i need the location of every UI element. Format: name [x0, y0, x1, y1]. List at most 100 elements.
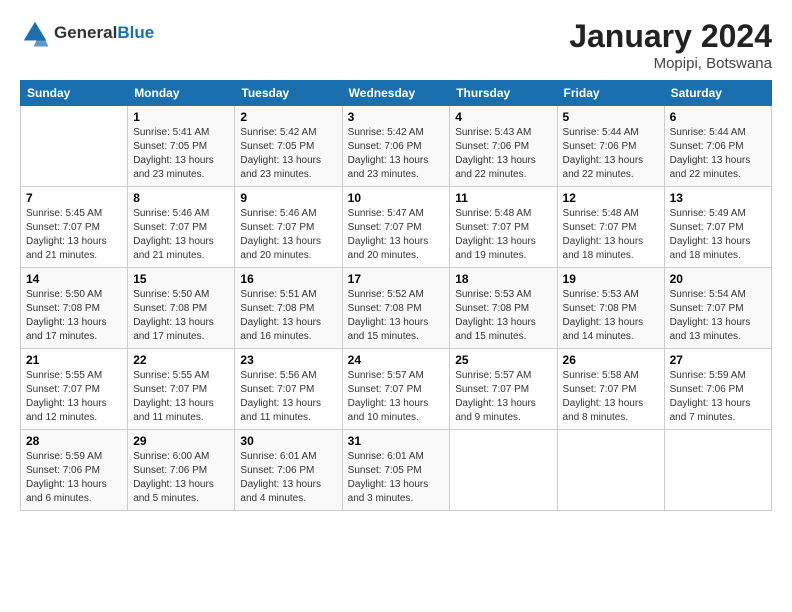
- day-info: Sunrise: 5:53 AMSunset: 7:08 PMDaylight:…: [455, 288, 551, 344]
- week-row-4: 21 Sunrise: 5:55 AMSunset: 7:07 PMDayligh…: [21, 349, 772, 430]
- day-number: 31: [348, 434, 445, 448]
- day-number: 13: [670, 191, 766, 205]
- day-info: Sunrise: 5:44 AMSunset: 7:06 PMDaylight:…: [670, 126, 766, 182]
- day-info: Sunrise: 5:52 AMSunset: 7:08 PMDaylight:…: [348, 288, 445, 344]
- day-cell: 31Sunrise: 6:01 AMSunset: 7:05 PMDayligh…: [342, 430, 450, 511]
- day-cell: 24 Sunrise: 5:57 AMSunset: 7:07 PMDayligh…: [342, 349, 450, 430]
- day-info: Sunrise: 5:59 AMSunset: 7:06 PMDaylight:…: [26, 450, 122, 506]
- day-cell: 19 Sunrise: 5:53 AMSunset: 7:08 PMDayligh…: [557, 268, 664, 349]
- day-info: Sunrise: 5:44 AMSunset: 7:06 PMDaylight:…: [563, 126, 659, 182]
- day-cell: 29Sunrise: 6:00 AMSunset: 7:06 PMDayligh…: [128, 430, 235, 511]
- day-number: 23: [240, 353, 336, 367]
- day-cell: 18 Sunrise: 5:53 AMSunset: 7:08 PMDayligh…: [450, 268, 557, 349]
- day-number: 16: [240, 272, 336, 286]
- col-header-saturday: Saturday: [664, 81, 771, 106]
- week-row-3: 14 Sunrise: 5:50 AMSunset: 7:08 PMDayligh…: [21, 268, 772, 349]
- day-cell: 14 Sunrise: 5:50 AMSunset: 7:08 PMDayligh…: [21, 268, 128, 349]
- day-number: 20: [670, 272, 766, 286]
- day-number: 4: [455, 110, 551, 124]
- day-cell: 10Sunrise: 5:47 AMSunset: 7:07 PMDayligh…: [342, 187, 450, 268]
- day-number: 21: [26, 353, 122, 367]
- day-cell: 23 Sunrise: 5:56 AMSunset: 7:07 PMDayligh…: [235, 349, 342, 430]
- day-info: Sunrise: 5:50 AMSunset: 7:08 PMDaylight:…: [133, 288, 229, 344]
- day-info: Sunrise: 5:55 AMSunset: 7:07 PMDaylight:…: [133, 369, 229, 425]
- day-number: 3: [348, 110, 445, 124]
- day-number: 14: [26, 272, 122, 286]
- day-number: 2: [240, 110, 336, 124]
- month-year: January 2024: [569, 18, 772, 55]
- page-container: GeneralBlue January 2024 Mopipi, Botswan…: [0, 0, 792, 521]
- col-header-monday: Monday: [128, 81, 235, 106]
- day-info: Sunrise: 5:57 AMSunset: 7:07 PMDaylight:…: [348, 369, 445, 425]
- day-number: 17: [348, 272, 445, 286]
- day-cell: 20Sunrise: 5:54 AMSunset: 7:07 PMDayligh…: [664, 268, 771, 349]
- location: Mopipi, Botswana: [569, 55, 772, 72]
- day-number: 12: [563, 191, 659, 205]
- day-cell: 26 Sunrise: 5:58 AMSunset: 7:07 PMDayligh…: [557, 349, 664, 430]
- day-cell: 16 Sunrise: 5:51 AMSunset: 7:08 PMDayligh…: [235, 268, 342, 349]
- day-info: Sunrise: 5:42 AMSunset: 7:05 PMDaylight:…: [240, 126, 336, 182]
- day-info: Sunrise: 5:57 AMSunset: 7:07 PMDaylight:…: [455, 369, 551, 425]
- day-cell: 30 Sunrise: 6:01 AMSunset: 7:06 PMDayligh…: [235, 430, 342, 511]
- day-info: Sunrise: 5:51 AMSunset: 7:08 PMDaylight:…: [240, 288, 336, 344]
- day-info: Sunrise: 5:48 AMSunset: 7:07 PMDaylight:…: [455, 207, 551, 263]
- logo: GeneralBlue: [20, 18, 154, 48]
- day-number: 8: [133, 191, 229, 205]
- calendar-table: SundayMondayTuesdayWednesdayThursdayFrid…: [20, 80, 772, 511]
- day-cell: [21, 106, 128, 187]
- col-header-friday: Friday: [557, 81, 664, 106]
- day-cell: 7Sunrise: 5:45 AMSunset: 7:07 PMDaylight…: [21, 187, 128, 268]
- day-info: Sunrise: 5:50 AMSunset: 7:08 PMDaylight:…: [26, 288, 122, 344]
- title-block: January 2024 Mopipi, Botswana: [569, 18, 772, 72]
- col-header-thursday: Thursday: [450, 81, 557, 106]
- logo-general: GeneralBlue: [54, 23, 154, 43]
- day-info: Sunrise: 5:48 AMSunset: 7:07 PMDaylight:…: [563, 207, 659, 263]
- day-cell: [664, 430, 771, 511]
- day-cell: 4 Sunrise: 5:43 AMSunset: 7:06 PMDaylight…: [450, 106, 557, 187]
- day-number: 19: [563, 272, 659, 286]
- day-cell: 27Sunrise: 5:59 AMSunset: 7:06 PMDayligh…: [664, 349, 771, 430]
- day-info: Sunrise: 5:49 AMSunset: 7:07 PMDaylight:…: [670, 207, 766, 263]
- day-info: Sunrise: 6:00 AMSunset: 7:06 PMDaylight:…: [133, 450, 229, 506]
- col-header-sunday: Sunday: [21, 81, 128, 106]
- day-cell: 11 Sunrise: 5:48 AMSunset: 7:07 PMDayligh…: [450, 187, 557, 268]
- day-info: Sunrise: 5:58 AMSunset: 7:07 PMDaylight:…: [563, 369, 659, 425]
- day-number: 6: [670, 110, 766, 124]
- day-info: Sunrise: 5:43 AMSunset: 7:06 PMDaylight:…: [455, 126, 551, 182]
- col-header-tuesday: Tuesday: [235, 81, 342, 106]
- day-number: 10: [348, 191, 445, 205]
- day-cell: 5Sunrise: 5:44 AMSunset: 7:06 PMDaylight…: [557, 106, 664, 187]
- day-number: 1: [133, 110, 229, 124]
- week-row-2: 7Sunrise: 5:45 AMSunset: 7:07 PMDaylight…: [21, 187, 772, 268]
- week-row-1: 1Sunrise: 5:41 AMSunset: 7:05 PMDaylight…: [21, 106, 772, 187]
- day-number: 28: [26, 434, 122, 448]
- day-cell: 3 Sunrise: 5:42 AMSunset: 7:06 PMDaylight…: [342, 106, 450, 187]
- day-number: 15: [133, 272, 229, 286]
- day-cell: 9 Sunrise: 5:46 AMSunset: 7:07 PMDaylight…: [235, 187, 342, 268]
- day-number: 26: [563, 353, 659, 367]
- day-cell: 28 Sunrise: 5:59 AMSunset: 7:06 PMDayligh…: [21, 430, 128, 511]
- day-cell: 1Sunrise: 5:41 AMSunset: 7:05 PMDaylight…: [128, 106, 235, 187]
- day-info: Sunrise: 5:46 AMSunset: 7:07 PMDaylight:…: [133, 207, 229, 263]
- day-cell: 15 Sunrise: 5:50 AMSunset: 7:08 PMDayligh…: [128, 268, 235, 349]
- day-info: Sunrise: 5:59 AMSunset: 7:06 PMDaylight:…: [670, 369, 766, 425]
- day-info: Sunrise: 5:53 AMSunset: 7:08 PMDaylight:…: [563, 288, 659, 344]
- day-cell: 22Sunrise: 5:55 AMSunset: 7:07 PMDayligh…: [128, 349, 235, 430]
- day-number: 24: [348, 353, 445, 367]
- day-cell: 6 Sunrise: 5:44 AMSunset: 7:06 PMDaylight…: [664, 106, 771, 187]
- day-cell: 17 Sunrise: 5:52 AMSunset: 7:08 PMDayligh…: [342, 268, 450, 349]
- day-number: 11: [455, 191, 551, 205]
- day-cell: 12 Sunrise: 5:48 AMSunset: 7:07 PMDayligh…: [557, 187, 664, 268]
- day-info: Sunrise: 5:46 AMSunset: 7:07 PMDaylight:…: [240, 207, 336, 263]
- day-cell: 21Sunrise: 5:55 AMSunset: 7:07 PMDayligh…: [21, 349, 128, 430]
- day-cell: 8 Sunrise: 5:46 AMSunset: 7:07 PMDaylight…: [128, 187, 235, 268]
- calendar-header-row: SundayMondayTuesdayWednesdayThursdayFrid…: [21, 81, 772, 106]
- day-number: 18: [455, 272, 551, 286]
- day-number: 7: [26, 191, 122, 205]
- logo-icon: [20, 18, 50, 48]
- day-info: Sunrise: 6:01 AMSunset: 7:06 PMDaylight:…: [240, 450, 336, 506]
- day-info: Sunrise: 5:56 AMSunset: 7:07 PMDaylight:…: [240, 369, 336, 425]
- day-number: 9: [240, 191, 336, 205]
- day-info: Sunrise: 5:42 AMSunset: 7:06 PMDaylight:…: [348, 126, 445, 182]
- day-number: 30: [240, 434, 336, 448]
